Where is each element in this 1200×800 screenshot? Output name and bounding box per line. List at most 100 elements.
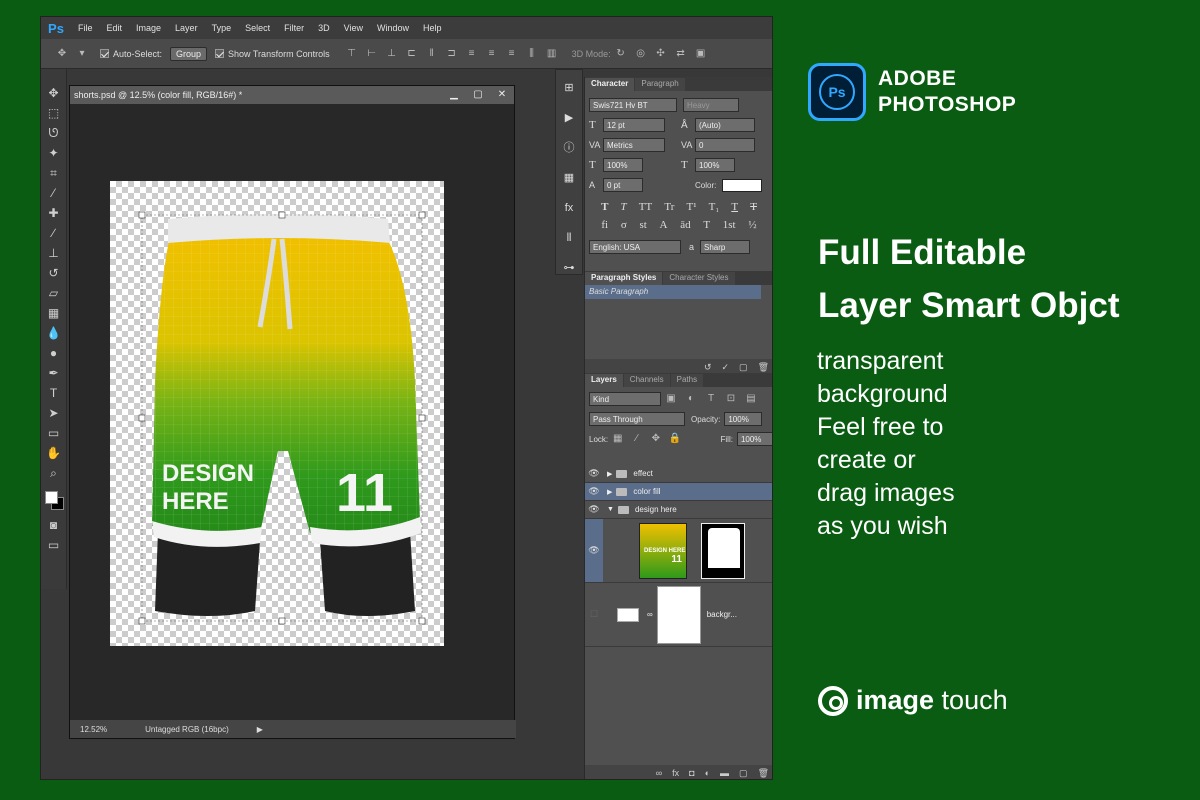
kerning-field[interactable]: Metrics [603,138,665,152]
eye-icon[interactable]: 👁 [585,504,603,515]
tab-character-styles[interactable]: Character Styles [663,272,735,285]
eyedropper-tool-icon[interactable]: ⁄ [43,183,65,203]
lock-transparent-icon[interactable]: ▦ [611,433,624,445]
menu-select[interactable]: Select [238,23,277,33]
layer-filter-select[interactable]: Kind [589,392,661,406]
magic-wand-tool-icon[interactable]: ✦ [43,143,65,163]
align-middle-icon[interactable]: ⊢ [365,48,379,60]
anti-alias-select[interactable]: Sharp [700,240,751,254]
align-center-icon[interactable]: ‖ [425,48,439,60]
3d-roll-icon[interactable]: ◎ [634,48,648,60]
path-selection-tool-icon[interactable]: ➤ [43,403,65,423]
lock-image-icon[interactable]: ∕ [630,433,643,445]
all-caps-button[interactable]: TT [639,201,652,213]
close-icon[interactable]: ✕ [490,86,514,104]
auto-select-dropdown[interactable]: Group [170,46,208,61]
paragraph-style-item[interactable]: Basic Paragraph [585,285,761,299]
maximize-icon[interactable]: ▢ [466,86,490,104]
dodge-tool-icon[interactable]: ● [43,343,65,363]
align-right-icon[interactable]: ⊐ [445,48,459,60]
hand-tool-icon[interactable]: ✋ [43,443,65,463]
blur-tool-icon[interactable]: 💧 [43,323,65,343]
superscript-button[interactable]: T¹ [686,201,696,213]
3d-slide-icon[interactable]: ⇄ [674,48,688,60]
new-layer-icon[interactable]: ▢ [739,768,748,779]
expand-arrow-icon[interactable]: ▶ [607,470,612,478]
adjustment-thumbnail[interactable] [617,607,639,622]
history-brush-tool-icon[interactable]: ↺ [43,263,65,283]
filter-type-icon[interactable]: T [704,393,718,405]
menu-layer[interactable]: Layer [168,23,205,33]
eraser-tool-icon[interactable]: ▱ [43,283,65,303]
layer-row[interactable]: 👁 ▼ design here [585,501,772,519]
clone-stamp-tool-icon[interactable]: ⊥ [43,243,65,263]
horizontal-scale-field[interactable]: 100% [695,158,735,172]
gradient-tool-icon[interactable]: ▦ [43,303,65,323]
contextual-alternates-button[interactable]: σ [621,219,627,231]
new-style-icon[interactable]: ▢ [739,362,748,373]
filter-smart-object-icon[interactable]: ▤ [744,393,758,405]
underline-button[interactable]: T [731,201,738,213]
foreground-color-swatch[interactable] [44,491,58,504]
text-color-swatch[interactable] [722,178,763,192]
auto-align-icon[interactable]: ▥ [545,48,559,60]
eye-icon[interactable]: 👁 [585,486,603,497]
status-arrow-icon[interactable]: ▶ [257,725,263,734]
zoom-level[interactable]: 12.52% [80,725,107,734]
font-family-select[interactable]: Swis721 Hv BT [589,98,677,112]
smart-object-thumbnail[interactable]: DESIGN HERE 11 [639,522,687,579]
layer-mask-thumbnail[interactable] [701,522,745,579]
screen-mode-icon[interactable]: ▭ [43,535,65,555]
show-transform-checkbox[interactable] [215,49,225,58]
collapse-arrow-icon[interactable]: ▼ [607,506,614,513]
layer-row[interactable]: 👁 ▶ effect [585,465,772,483]
tab-paragraph[interactable]: Paragraph [635,78,685,91]
subscript-button[interactable]: T₁ [709,201,720,213]
new-group-icon[interactable]: ▬ [720,768,729,778]
expand-arrow-icon[interactable]: ▶ [607,488,612,496]
discretionary-ligatures-button[interactable]: st [639,219,646,231]
stylistic-alternates-button[interactable]: ād [680,219,690,231]
faux-bold-button[interactable]: T [601,201,608,213]
styles-panel-icon[interactable]: fx [565,198,574,218]
link-icon[interactable]: ∞ [647,610,653,619]
lock-position-icon[interactable]: ✥ [649,433,662,445]
filter-adjustment-icon[interactable]: ◐ [684,393,698,405]
tracking-field[interactable]: 0 [695,138,755,152]
eye-icon[interactable]: 👁 [585,468,603,479]
align-bottom-icon[interactable]: ⊥ [385,48,399,60]
blend-mode-select[interactable]: Pass Through [589,412,685,426]
ordinals-button[interactable]: 1st [723,219,736,231]
link-layers-icon[interactable]: ∞ [656,768,662,778]
opacity-field[interactable]: 100% [724,412,763,426]
3d-pan-icon[interactable]: ✣ [654,48,668,60]
filter-shape-icon[interactable]: ⊡ [724,393,738,405]
eye-icon[interactable]: 👁 [585,519,603,582]
type-tool-icon[interactable]: T [43,383,65,403]
tab-paths[interactable]: Paths [670,374,704,387]
commit-icon[interactable]: ✓ [722,362,730,373]
language-select[interactable]: English: USA [589,240,681,254]
info-panel-icon[interactable]: ⓘ [564,138,575,158]
menu-file[interactable]: File [71,23,100,33]
fractions-button[interactable]: ½ [748,219,756,231]
swatches-panel-icon[interactable]: ▦ [564,168,574,188]
crop-tool-icon[interactable]: ⌗ [43,163,65,183]
align-left-icon[interactable]: ⊏ [405,48,419,60]
layer-row-selected[interactable]: 👁 ▶ color fill [585,483,772,501]
marquee-tool-icon[interactable]: ⬚ [43,103,65,123]
distribute-top-icon[interactable]: ≡ [465,48,479,60]
distribute-middle-icon[interactable]: ≡ [485,48,499,60]
brush-panel-icon[interactable]: ⫴ [567,228,572,248]
minimize-icon[interactable]: ▁ [442,86,466,104]
zoom-tool-icon[interactable]: ⌕ [43,463,65,483]
menu-view[interactable]: View [337,23,370,33]
visibility-toggle-empty[interactable]: ☐ [585,609,603,620]
clear-override-icon[interactable]: ↺ [704,362,712,373]
strikethrough-button[interactable]: T [750,201,757,213]
faux-italic-button[interactable]: T [621,201,627,213]
move-tool-icon[interactable]: ✥ [43,83,65,103]
delete-layer-icon[interactable]: 🗑 [758,768,769,779]
quick-mask-icon[interactable]: ◙ [43,515,65,535]
lasso-tool-icon[interactable]: ᘎ [43,123,65,143]
